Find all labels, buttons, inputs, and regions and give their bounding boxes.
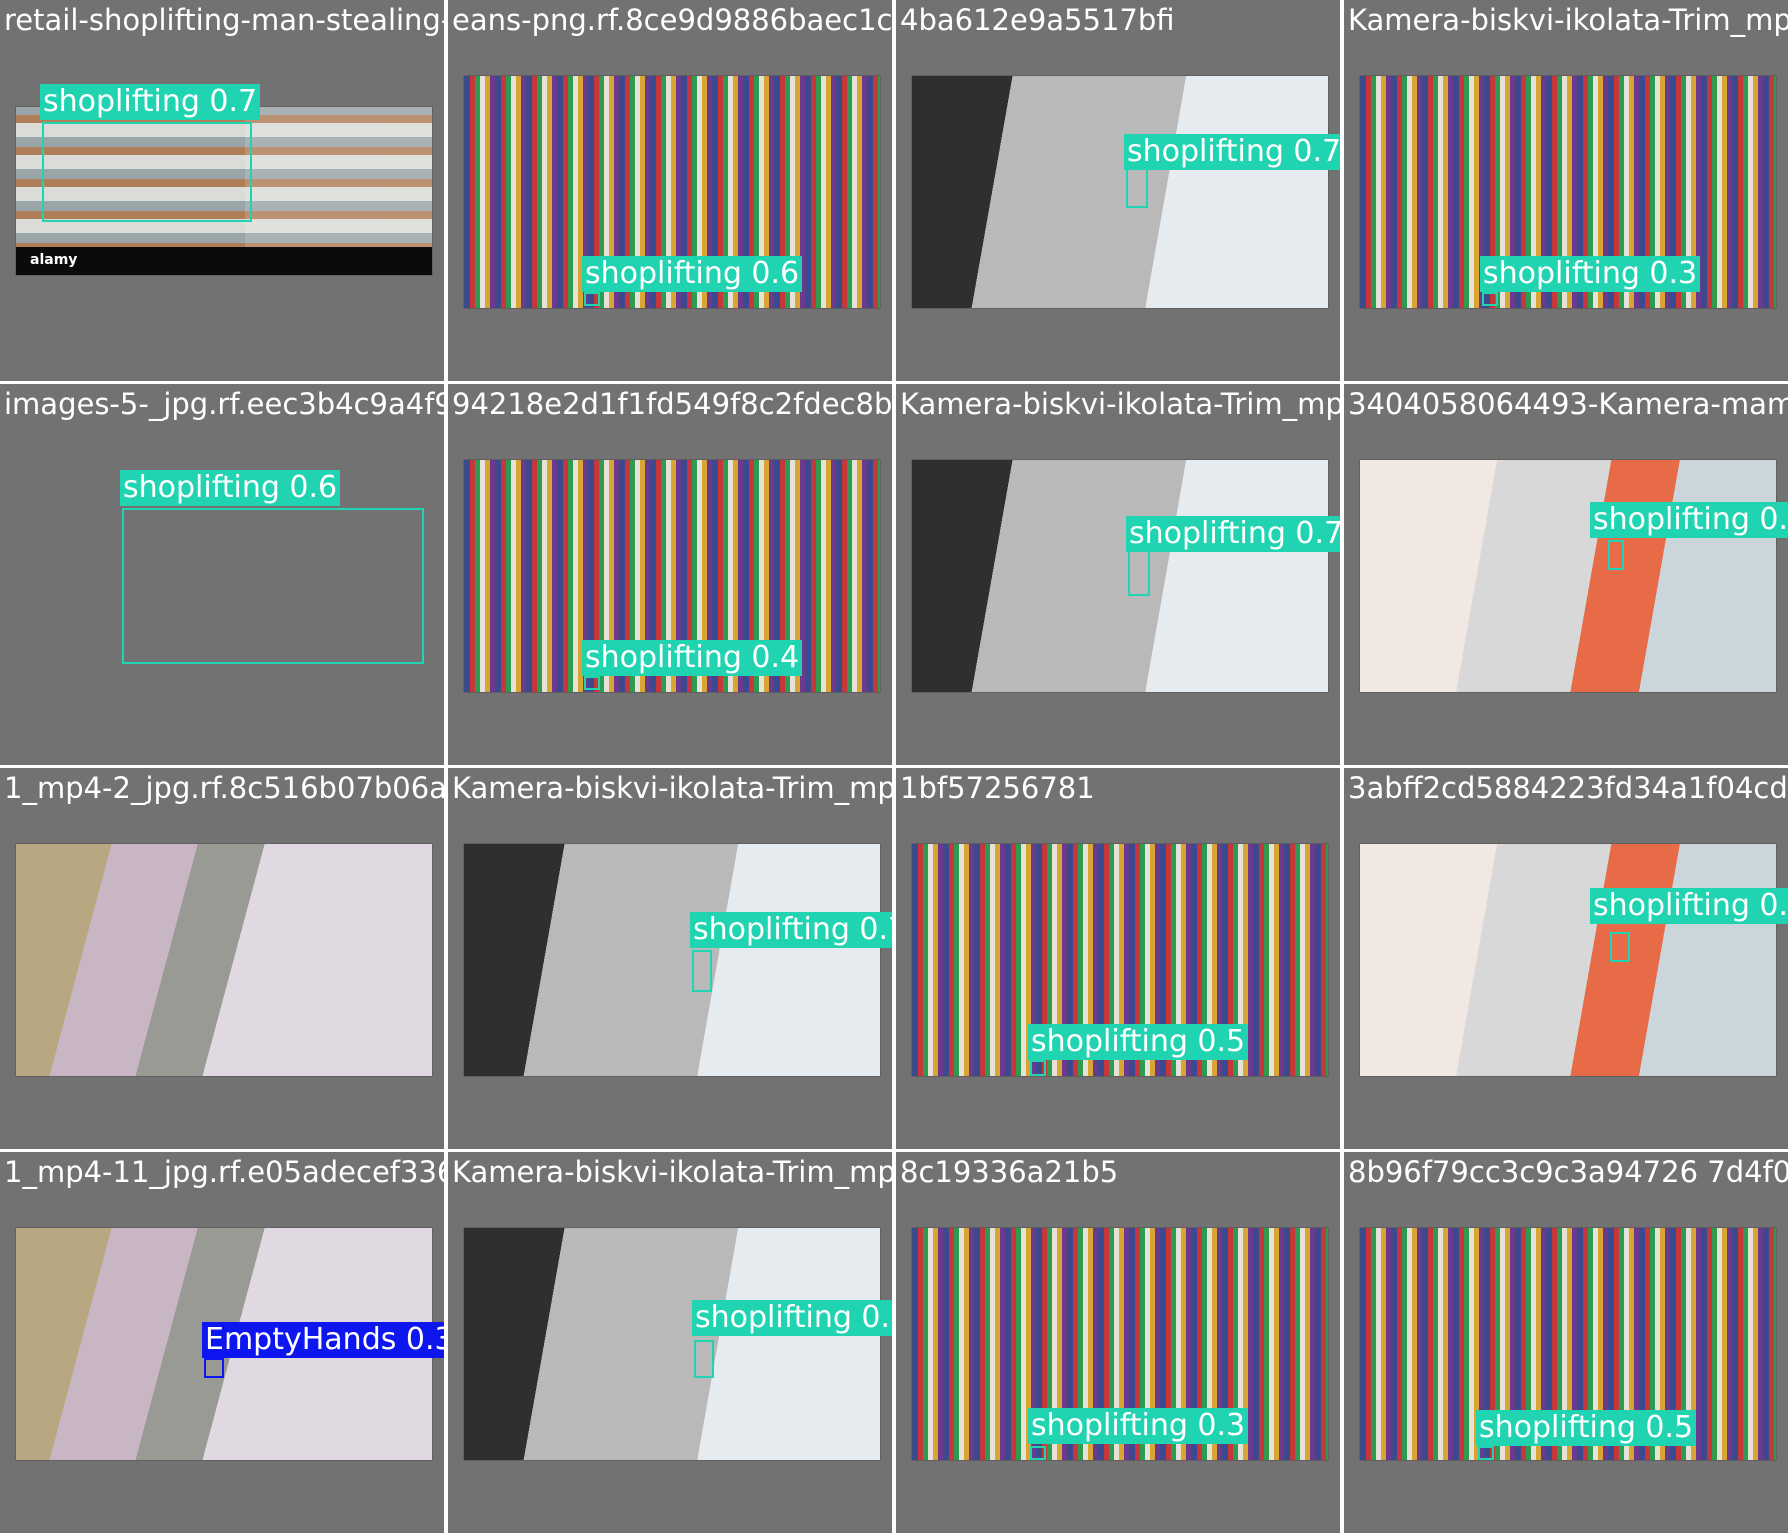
mosaic-tile: Kamera-biskvi-ikolata-Trim_mp4-96_jpg.rf…: [1344, 0, 1788, 381]
detection-box: [1478, 1446, 1494, 1460]
detection-label: shoplifting 0.7: [1124, 134, 1340, 170]
detection-label: shoplifting 0.7: [690, 912, 892, 948]
scene-photo: [16, 844, 432, 1076]
image-filename: 1_mp4-2_jpg.rf.8c516b07b06a: [4, 771, 444, 805]
scene-photo: [1360, 844, 1776, 1076]
detection-label: shoplifting 0.3: [1480, 256, 1701, 292]
mosaic-tile: Kamera-biskvi-ikolata-Trim_mp4-13_jpg.rf…: [896, 384, 1340, 765]
mosaic-tile: 3abff2cd5884223fd34a1f04cd-Kamera-mamala…: [1344, 768, 1788, 1149]
mosaic-tile: alamy retail-shoplifting-man-stealing-j sh…: [0, 0, 444, 381]
scene-photo: [464, 1228, 880, 1460]
mosaic-tile: 3404058064493-Kamera-mamalar-Trim_mp4sho…: [1344, 384, 1788, 765]
detection-box: [1482, 292, 1498, 306]
detection-box: [204, 1358, 224, 1378]
mosaic-tile: 4ba612e9a5517bfi shoplifting 0.7: [896, 0, 1340, 381]
scene-photo: [912, 76, 1328, 308]
mosaic-tile: Kamera-biskvi-ikolata-Trim_mp4-09_jpg.rf…: [448, 768, 892, 1149]
mosaic-tile: 1_mp4-2_jpg.rf.8c516b07b06a: [0, 768, 444, 1149]
image-filename: 3404058064493-Kamera-mamalar-Trim_mp4: [1348, 387, 1788, 421]
scene-photo: [1360, 460, 1776, 692]
image-filename: 4ba612e9a5517bfi: [900, 3, 1175, 37]
scene-photo: [912, 460, 1328, 692]
detection-label: shoplifting 0.3: [1028, 1408, 1249, 1444]
watermark-bar: alamy: [16, 247, 432, 275]
detection-grid: alamy retail-shoplifting-man-stealing-j sh…: [0, 0, 1792, 1536]
detection-label: shoplifting 0.5: [1028, 1024, 1249, 1060]
detection-label: shoplifting 0.7: [1590, 502, 1788, 538]
detection-box: [1610, 932, 1630, 962]
mosaic-tile: eans-png.rf.8ce9d9886baec1c shoplifting 0…: [448, 0, 892, 381]
detection-label: shoplifting 0.6: [692, 1300, 892, 1336]
watermark-logo: alamy: [30, 252, 78, 268]
image-filename: Kamera-biskvi-ikolata-Trim_mp4-13_jpg.rf: [900, 387, 1340, 421]
mosaic-tile: 94218e2d1f1fd549f8c2fdec8be2 shoplifting …: [448, 384, 892, 765]
image-filename: 8b96f79cc3c9c3a94726 7d4f0.268784065a120…: [1348, 1155, 1788, 1189]
detection-label: EmptyHands 0.3: [202, 1322, 444, 1358]
image-filename: Kamera-biskvi-ikolata-Trim_mp4-96_jpg.rf…: [1348, 3, 1788, 37]
image-filename: 3abff2cd5884223fd34a1f04cd-Kamera-mamala…: [1348, 771, 1788, 805]
image-filename: 94218e2d1f1fd549f8c2fdec8be2: [452, 387, 892, 421]
image-filename: retail-shoplifting-man-stealing-j: [4, 3, 444, 37]
image-filename: eans-png.rf.8ce9d9886baec1c: [452, 3, 892, 37]
detection-label: shoplifting 0.5: [1476, 1410, 1697, 1446]
image-filename: 1_mp4-11_jpg.rf.e05adecef336: [4, 1155, 444, 1189]
detection-label: shoplifting 0.4: [582, 640, 803, 676]
detection-box: [42, 122, 252, 222]
image-filename: images-5-_jpg.rf.eec3b4c9a4f9: [4, 387, 444, 421]
detection-label: shoplifting 0.7: [40, 84, 261, 120]
detection-box: [122, 508, 424, 664]
image-filename: Kamera-biskvi-ikolata-Trim_mp4-09_jpg.rf: [452, 771, 892, 805]
detection-label: shoplifting 0.6: [120, 470, 341, 506]
detection-box: [1030, 1060, 1046, 1076]
detection-box: [584, 676, 600, 690]
detection-label: shoplifting 0.7: [1126, 516, 1340, 552]
detection-label: shoplifting 0.6: [582, 256, 803, 292]
image-filename: Kamera-biskvi-ikolata-Trim_mp4-06_jpg.rf: [452, 1155, 892, 1189]
detection-label: shoplifting 0.7: [1590, 888, 1788, 924]
image-filename: 8c19336a21b5: [900, 1155, 1119, 1189]
mosaic-tile: images-5-_jpg.rf.eec3b4c9a4f9 shoplifting…: [0, 384, 444, 765]
detection-box: [1128, 548, 1150, 596]
detection-box: [694, 1340, 714, 1378]
detection-box: [584, 292, 600, 306]
mosaic-tile: 1bf57256781 shoplifting 0.5: [896, 768, 1340, 1149]
detection-box: [1030, 1446, 1046, 1460]
mosaic-tile: Kamera-biskvi-ikolata-Trim_mp4-06_jpg.rf…: [448, 1152, 892, 1533]
image-filename: 1bf57256781: [900, 771, 1095, 805]
mosaic-tile: 8b96f79cc3c9c3a94726 7d4f0.268784065a120…: [1344, 1152, 1788, 1533]
detection-box: [1608, 540, 1624, 570]
detection-box: [692, 950, 712, 992]
mosaic-tile: 1_mp4-11_jpg.rf.e05adecef336 EmptyHands 0…: [0, 1152, 444, 1533]
mosaic-tile: 8c19336a21b5 shoplifting 0.3: [896, 1152, 1340, 1533]
scene-photo: [464, 844, 880, 1076]
